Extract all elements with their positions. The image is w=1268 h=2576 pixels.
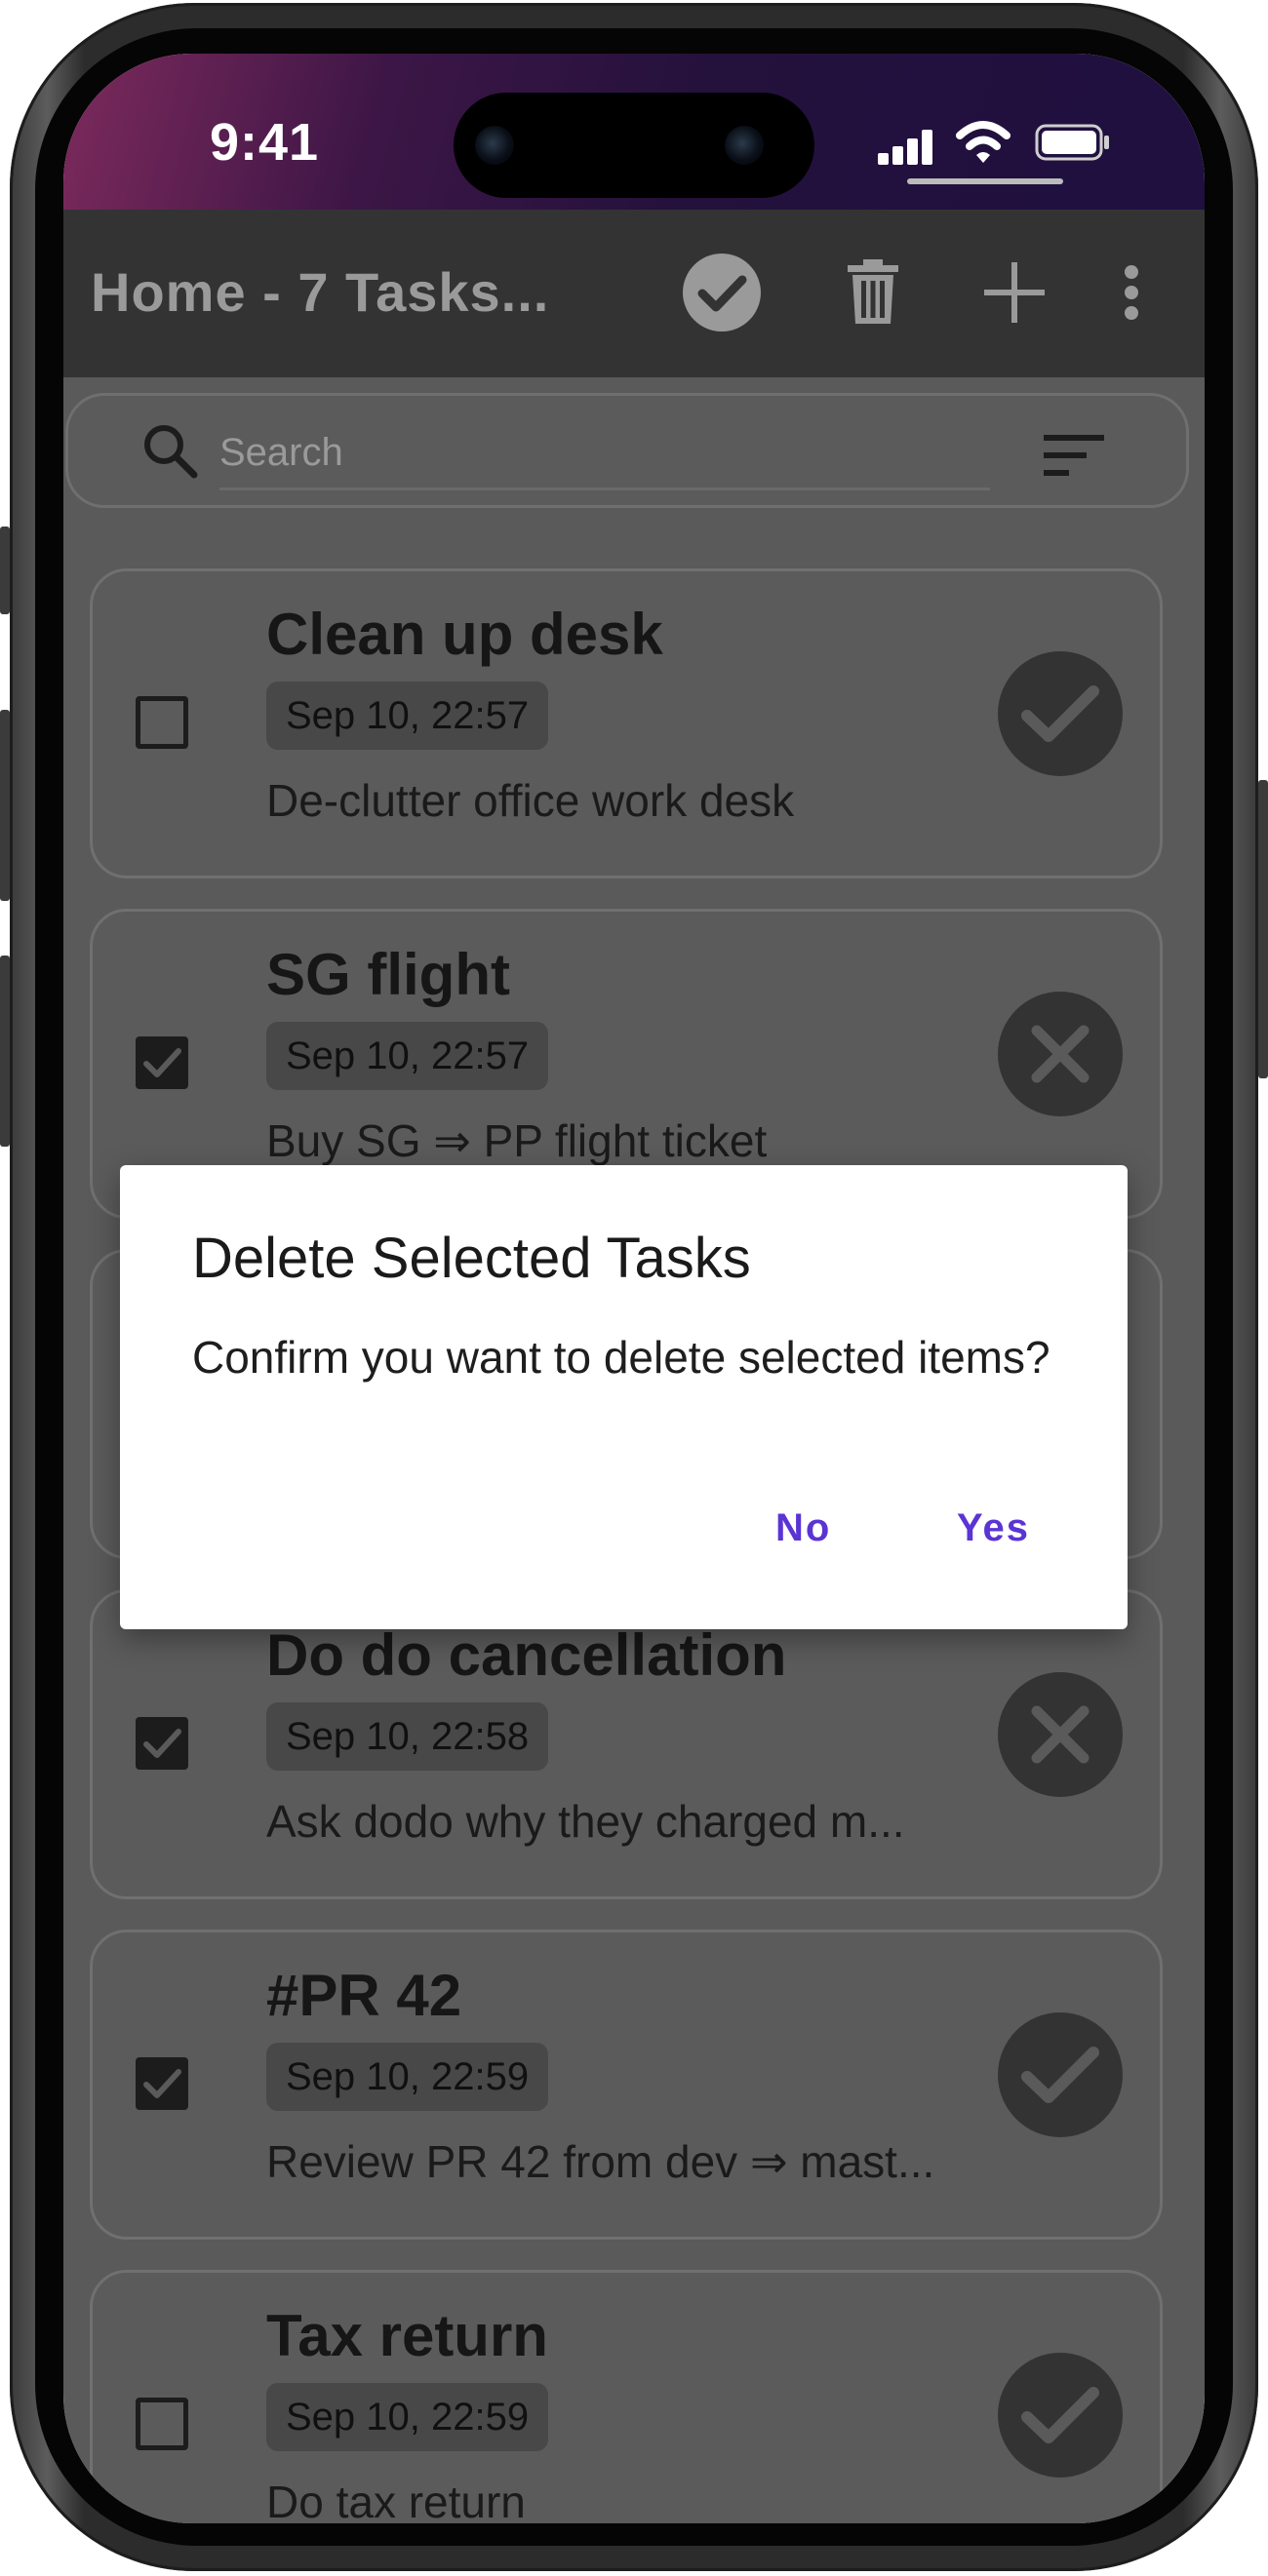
more-options-button[interactable] [1102,249,1161,336]
task-title: Tax return [266,2303,548,2368]
no-button[interactable]: No [775,1506,831,1550]
task-checkbox[interactable] [136,1717,188,1770]
uncomplete-task-button[interactable] [998,1672,1123,1797]
task-card[interactable]: #PR 42 Sep 10, 22:59 Review PR 42 from d… [90,1930,1163,2240]
search-bar[interactable] [65,393,1189,508]
task-checkbox[interactable] [136,696,188,749]
task-checkbox[interactable] [136,2057,188,2110]
delete-button[interactable] [829,249,917,336]
check-circle-icon [683,254,761,332]
plus-icon [984,262,1045,323]
task-date-chip: Sep 10, 22:57 [266,1022,549,1090]
check-icon [1021,2047,1099,2103]
uncomplete-task-button[interactable] [998,992,1123,1116]
action-button [0,527,10,614]
close-icon [1031,1705,1090,1764]
task-card[interactable]: Tax return Sep 10, 22:59 Do tax return [90,2270,1163,2523]
task-description: De-clutter office work desk [266,775,795,826]
power-button [1258,780,1268,1078]
search-underline [219,488,990,490]
dynamic-island [454,93,814,198]
task-date-chip: Sep 10, 22:59 [266,2383,549,2451]
delete-confirm-dialog: Delete Selected Tasks Confirm you want t… [120,1165,1128,1629]
app-bar: Home - 7 Tasks... [63,210,1205,377]
page-title: Home - 7 Tasks... [91,261,550,323]
volume-down-button [0,956,10,1147]
more-vert-icon [1125,265,1138,320]
select-all-button[interactable] [678,249,766,336]
battery-icon [1035,124,1109,161]
complete-task-button[interactable] [998,2353,1123,2478]
status-time: 9:41 [210,113,320,172]
checkmark-icon [143,1729,181,1758]
check-icon [1021,2387,1099,2443]
add-task-button[interactable] [971,249,1058,336]
task-checkbox[interactable] [136,2398,188,2450]
sensor-icon [725,126,764,165]
search-input[interactable] [219,425,990,480]
task-title: Do do cancellation [266,1622,787,1688]
trash-icon [848,259,898,324]
dialog-title: Delete Selected Tasks [192,1227,751,1290]
task-title: SG flight [266,942,510,1007]
signal-icon [878,130,934,165]
task-title: #PR 42 [266,1963,462,2028]
task-description: Do tax return [266,2477,526,2523]
task-card[interactable]: Clean up desk Sep 10, 22:57 De-clutter o… [90,568,1163,878]
filter-icon[interactable] [1044,435,1104,476]
wifi-icon [956,121,1010,163]
search-icon [144,425,198,479]
check-icon [1021,685,1099,742]
camera-icon [475,126,514,165]
dialog-message: Confirm you want to delete selected item… [192,1332,1050,1383]
task-checkbox[interactable] [136,1036,188,1089]
task-description: Ask dodo why they charged m... [266,1796,905,1847]
yes-button[interactable]: Yes [957,1506,1030,1550]
task-date-chip: Sep 10, 22:58 [266,1702,549,1771]
checkmark-icon [143,1048,181,1077]
checkmark-icon [143,2069,181,2098]
screen: 9:41 Home - 7 Tasks... Search Clean up d… [63,54,1205,2523]
status-bar: 9:41 [63,54,1205,210]
task-date-chip: Sep 10, 22:57 [266,682,549,750]
task-card[interactable]: Do do cancellation Sep 10, 22:58 Ask dod… [90,1589,1163,1899]
task-description: Buy SG ⇒ PP flight ticket [266,1115,768,1166]
status-indicator-line [907,178,1063,184]
task-date-chip: Sep 10, 22:59 [266,2043,549,2111]
volume-up-button [0,710,10,901]
task-description: Review PR 42 from dev ⇒ mast... [266,2136,935,2187]
complete-task-button[interactable] [998,2012,1123,2137]
task-title: Clean up desk [266,602,663,667]
close-icon [1031,1025,1090,1083]
complete-task-button[interactable] [998,651,1123,776]
